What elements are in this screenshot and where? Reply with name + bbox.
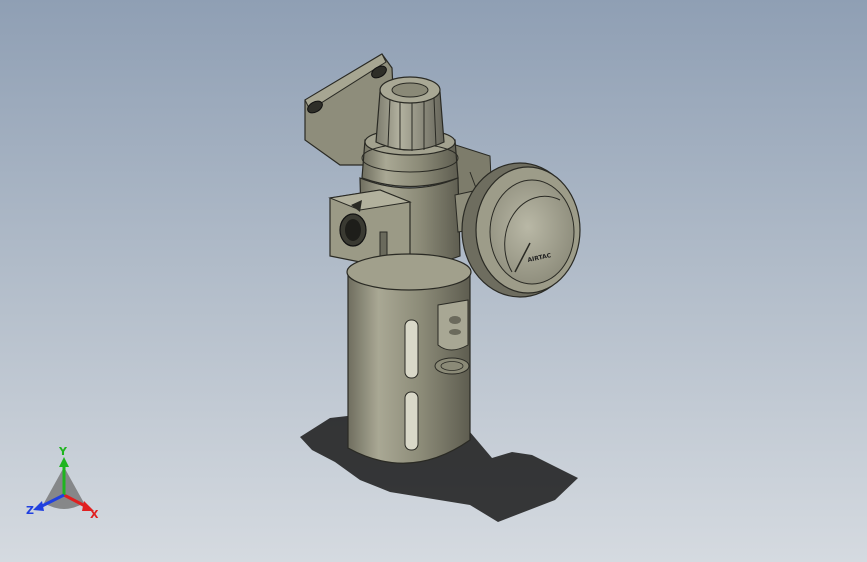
pressure-gauge[interactable]: AIRTAC <box>461 162 581 298</box>
y-axis-label: Y <box>58 445 68 458</box>
z-axis-label: Z <box>26 504 34 517</box>
z-axis-arrow <box>33 501 44 511</box>
filter-bowl[interactable] <box>346 253 472 464</box>
sight-window-lower <box>404 391 419 451</box>
cad-model-view[interactable]: AIRTAC <box>0 0 867 562</box>
x-axis-label: X <box>90 508 99 521</box>
graphics-viewport[interactable]: AIRTAC X Y Z <box>0 0 867 562</box>
view-orientation-triad[interactable]: X Y Z <box>22 445 112 530</box>
sight-window-upper <box>404 319 419 379</box>
bowl-lock[interactable] <box>437 299 469 351</box>
adjustment-knob[interactable] <box>375 76 445 151</box>
brand-label-plate <box>434 357 470 375</box>
y-axis-arrow <box>59 457 69 467</box>
